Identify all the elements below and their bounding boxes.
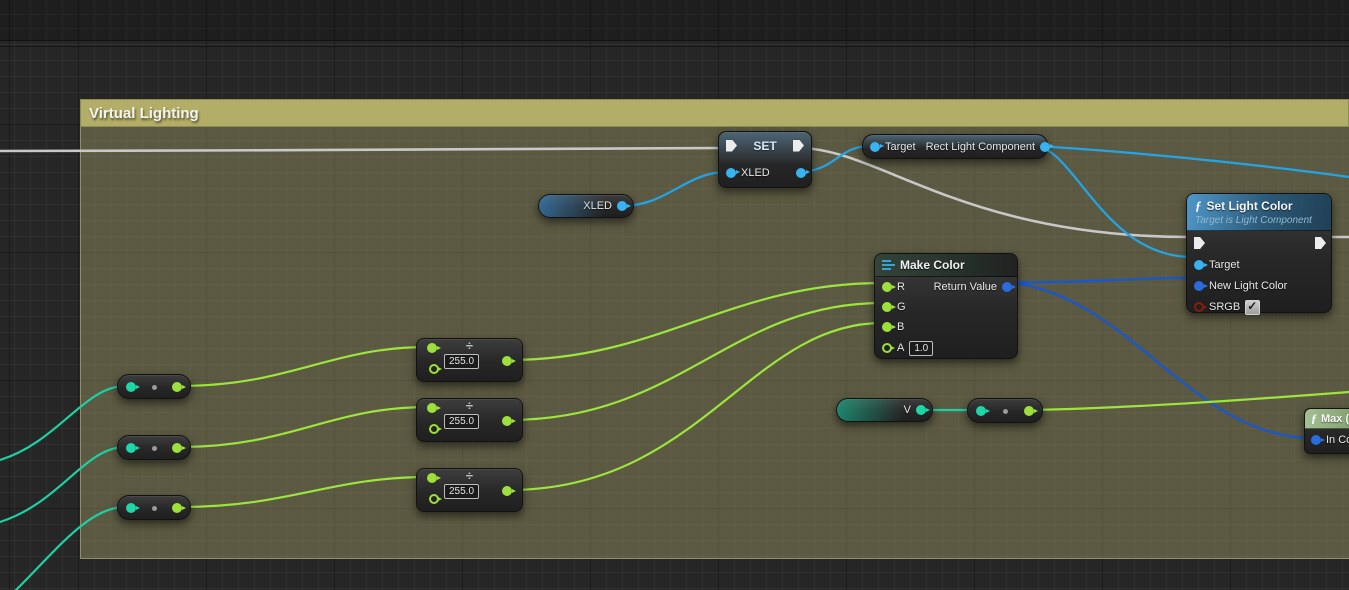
set-light-color-header: ƒ Set Light Color Target is Light Compone…	[1187, 194, 1331, 231]
dividend-pin[interactable]	[427, 473, 437, 483]
int-to-float-conversion-node[interactable]	[117, 374, 191, 399]
divisor-value-input[interactable]: 255.0	[444, 354, 479, 369]
divisor-pin[interactable]	[429, 494, 439, 504]
conversion-input-pin[interactable]	[976, 406, 986, 416]
return-value-label: Return Value	[934, 281, 997, 293]
g-pin-label: G	[897, 301, 906, 313]
xled-pin-label: XLED	[741, 167, 770, 179]
divisor-pin[interactable]	[429, 424, 439, 434]
xled-output-pin[interactable]	[796, 168, 806, 178]
int-to-float-conversion-node[interactable]	[117, 435, 191, 460]
xled-getter-output-pin[interactable]	[617, 201, 627, 211]
new-light-color-pin[interactable]	[1194, 281, 1204, 291]
divisor-value-input[interactable]: 255.0	[444, 414, 479, 429]
comment-box-body	[80, 127, 1349, 559]
conversion-icon	[152, 385, 157, 390]
in-color-pin[interactable]	[1311, 435, 1321, 445]
exec-in-pin[interactable]	[726, 140, 737, 152]
new-light-color-label: New Light Color	[1209, 280, 1287, 292]
set-light-color-title: Set Light Color	[1207, 199, 1293, 213]
xled-getter-label: XLED	[583, 200, 612, 212]
set-xled-node[interactable]: SET XLED	[718, 131, 812, 188]
comment-title: Virtual Lighting	[89, 105, 199, 122]
divide-output-pin[interactable]	[502, 416, 512, 426]
graph-top-shade	[0, 0, 1349, 41]
make-color-node[interactable]: Make Color R Return Value G B A 1.0	[874, 253, 1018, 359]
divisor-value-input[interactable]: 255.0	[444, 484, 479, 499]
set-light-color-node[interactable]: ƒ Set Light Color Target is Light Compone…	[1186, 193, 1332, 313]
r-pin-label: R	[897, 281, 905, 293]
conversion-output-pin[interactable]	[172, 503, 182, 513]
conversion-input-pin[interactable]	[126, 503, 136, 513]
exec-in-pin[interactable]	[1194, 237, 1205, 249]
conversion-output-pin[interactable]	[172, 382, 182, 392]
make-struct-icon	[882, 260, 895, 270]
make-color-header: Make Color	[875, 254, 1017, 277]
divide-output-pin[interactable]	[502, 356, 512, 366]
conversion-input-pin[interactable]	[126, 443, 136, 453]
in-color-label: In Col	[1326, 434, 1349, 446]
v-getter-label: V	[904, 404, 911, 416]
dividend-pin[interactable]	[427, 343, 437, 353]
return-value-pin[interactable]	[1002, 282, 1012, 292]
divide-output-pin[interactable]	[502, 486, 512, 496]
set-light-color-subtitle: Target is Light Component	[1195, 215, 1323, 226]
int-to-float-conversion-node[interactable]	[117, 495, 191, 520]
max-node-title: Max (	[1321, 413, 1349, 425]
comment-box-header[interactable]: Virtual Lighting	[80, 99, 1349, 127]
make-color-title: Make Color	[900, 258, 965, 272]
xled-input-pin[interactable]	[726, 168, 736, 178]
max-node[interactable]: ƒ Max ( In Col	[1304, 408, 1349, 454]
rect-light-component-node[interactable]: Target Rect Light Component	[862, 134, 1048, 159]
a-value-input[interactable]: 1.0	[909, 341, 933, 356]
int-to-float-conversion-node[interactable]	[967, 398, 1043, 423]
a-pin-label: A	[897, 342, 904, 354]
conversion-icon	[152, 446, 157, 451]
exec-out-pin[interactable]	[793, 140, 804, 152]
conversion-icon	[1003, 409, 1008, 414]
divide-node-g[interactable]: ÷ 255.0	[416, 398, 523, 442]
b-pin[interactable]	[882, 322, 892, 332]
conversion-input-pin[interactable]	[126, 382, 136, 392]
exec-out-pin[interactable]	[1315, 237, 1326, 249]
b-pin-label: B	[897, 321, 904, 333]
rect-light-component-label: Rect Light Component	[926, 141, 1035, 153]
conversion-output-pin[interactable]	[1024, 406, 1034, 416]
function-icon: ƒ	[1195, 198, 1202, 213]
target-pin-label: Target	[885, 141, 916, 153]
target-input-pin[interactable]	[870, 142, 880, 152]
srgb-label: SRGB	[1209, 301, 1240, 313]
r-pin[interactable]	[882, 282, 892, 292]
conversion-output-pin[interactable]	[172, 443, 182, 453]
max-node-header: ƒ Max (	[1305, 409, 1349, 429]
rect-light-output-pin[interactable]	[1040, 142, 1050, 152]
set-node-title: SET	[742, 139, 788, 153]
v-getter-node[interactable]: V	[836, 398, 933, 422]
divide-node-r[interactable]: ÷ 255.0	[416, 338, 523, 382]
conversion-icon	[152, 506, 157, 511]
srgb-checkbox[interactable]	[1245, 300, 1260, 315]
srgb-pin[interactable]	[1194, 302, 1204, 312]
target-pin[interactable]	[1194, 260, 1204, 270]
a-pin[interactable]	[882, 343, 892, 353]
dividend-pin[interactable]	[427, 403, 437, 413]
target-pin-label: Target	[1209, 259, 1240, 271]
xled-getter-node[interactable]: XLED	[538, 194, 634, 218]
g-pin[interactable]	[882, 302, 892, 312]
function-icon: ƒ	[1311, 411, 1317, 426]
divide-node-b[interactable]: ÷ 255.0	[416, 468, 523, 512]
v-getter-output-pin[interactable]	[916, 405, 926, 415]
divisor-pin[interactable]	[429, 364, 439, 374]
blueprint-graph-canvas[interactable]: Virtual Lighting SET	[0, 0, 1349, 590]
